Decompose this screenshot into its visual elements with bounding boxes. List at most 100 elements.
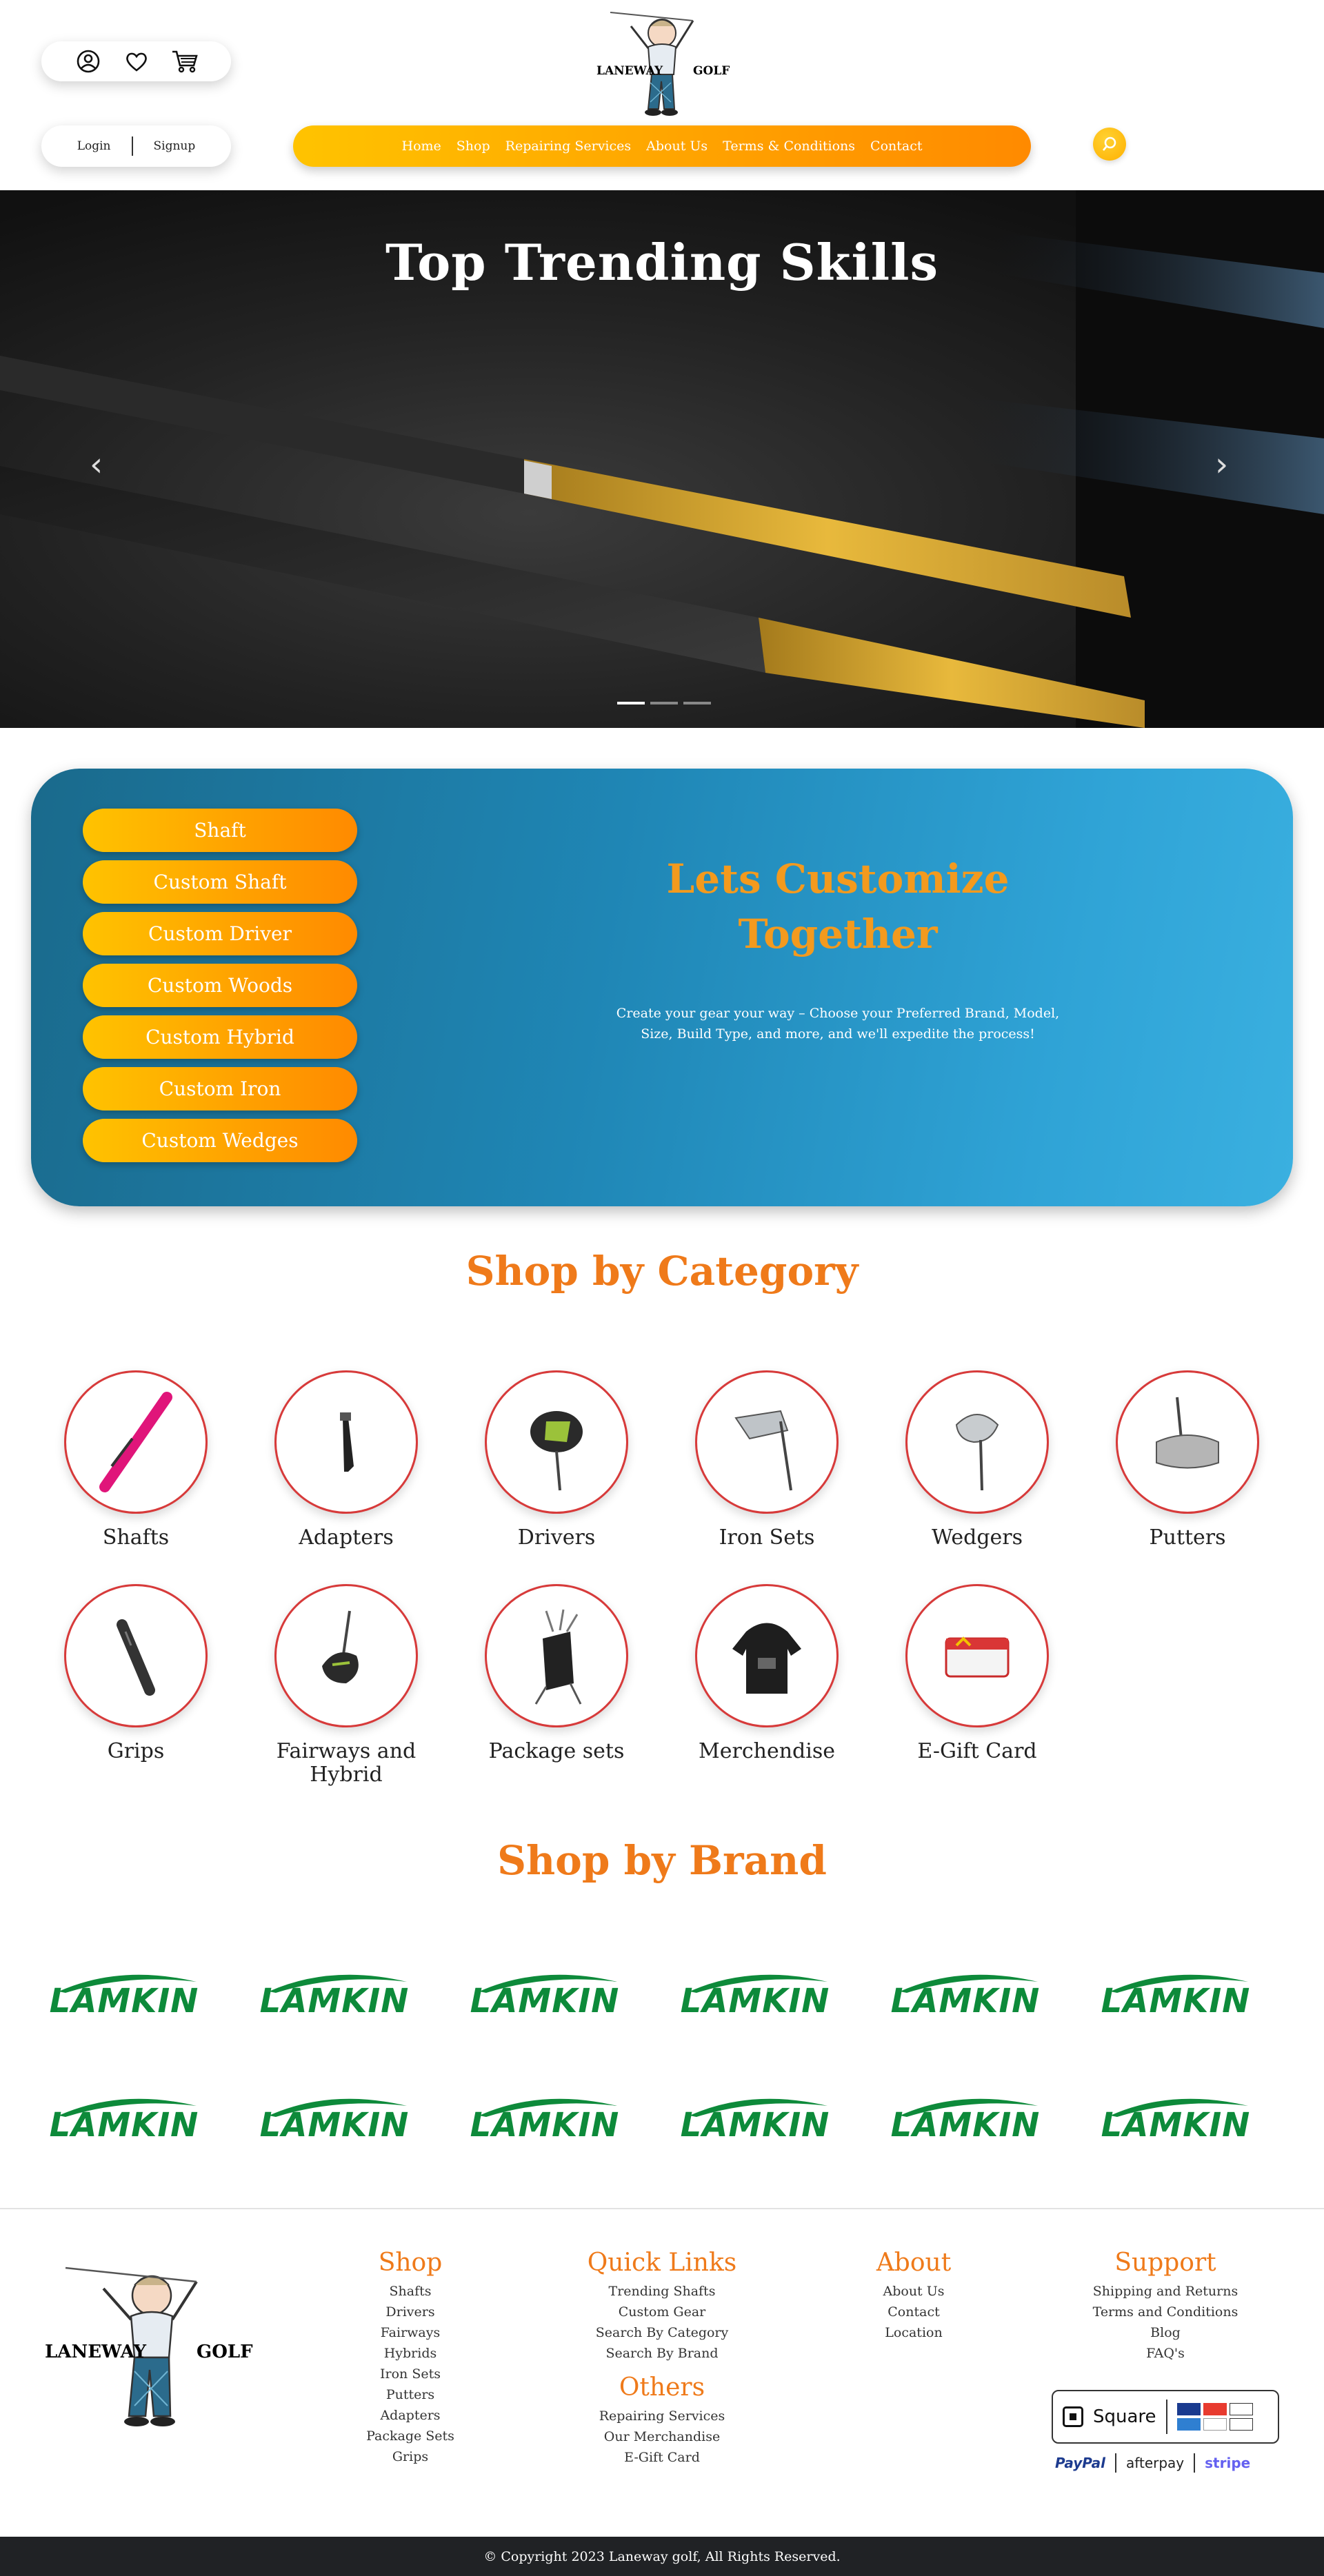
signup-link[interactable]: Signup (154, 139, 196, 153)
footer-link[interactable]: Grips (341, 2446, 479, 2467)
footer-link[interactable]: FAQ's (1076, 2343, 1255, 2364)
hero-prev-arrow[interactable]: ‹ (90, 445, 103, 484)
category-grips[interactable]: Grips (53, 1584, 219, 1763)
footer-link[interactable]: Custom Gear (579, 2302, 745, 2322)
brand-logo[interactable]: LAMKIN (38, 1968, 210, 2023)
footer-link[interactable]: Search By Brand (579, 2343, 745, 2364)
hero-next-arrow[interactable]: › (1215, 445, 1228, 484)
nav-home[interactable]: Home (402, 139, 441, 154)
brand-logo[interactable]: LAMKIN (669, 1968, 841, 2023)
category-adapters[interactable]: Adapters (263, 1370, 429, 1550)
brand-name: LAMKIN (259, 2106, 410, 2144)
footer-link[interactable]: Package Sets (341, 2426, 479, 2446)
category-image[interactable] (64, 1584, 208, 1727)
footer-link[interactable]: Trending Shafts (579, 2281, 745, 2302)
category-image[interactable] (485, 1584, 628, 1727)
category-image[interactable] (695, 1584, 839, 1727)
custom-woods-button[interactable]: Custom Woods (83, 964, 357, 1007)
category-image[interactable] (274, 1370, 418, 1514)
category-image[interactable] (905, 1584, 1049, 1727)
footer-support-column: Support Shipping and Returns Terms and C… (1076, 2249, 1255, 2364)
footer-link[interactable]: Drivers (341, 2302, 479, 2322)
footer-link[interactable]: Putters (341, 2384, 479, 2405)
nav-repairing-services[interactable]: Repairing Services (505, 139, 632, 154)
custom-shaft-button[interactable]: Shaft (83, 809, 357, 852)
category-wedgers[interactable]: Wedgers (894, 1370, 1060, 1550)
footer-link[interactable]: Contact (845, 2302, 983, 2322)
category-fairways-hybrid[interactable]: Fairways and Hybrid (263, 1584, 429, 1787)
brand-logo[interactable]: LAMKIN (1090, 1968, 1262, 2023)
slide-indicator-3[interactable] (683, 702, 711, 704)
slide-indicator-1[interactable] (617, 702, 645, 704)
footer-support-title: Support (1114, 2249, 1216, 2277)
brand-name: LAMKIN (1101, 1982, 1251, 2020)
brand-logo[interactable]: LAMKIN (248, 2092, 421, 2147)
mastercard-icon (1203, 2403, 1227, 2415)
category-drivers[interactable]: Drivers (474, 1370, 639, 1550)
custom-hybrid-button[interactable]: Custom Hybrid (83, 1015, 357, 1059)
site-logo[interactable]: LANEWAY GOLF (590, 6, 734, 119)
nav-terms[interactable]: Terms & Conditions (723, 139, 855, 154)
brand-name: LAMKIN (470, 1982, 620, 2020)
brand-logo[interactable]: LAMKIN (879, 2092, 1052, 2147)
category-image[interactable] (64, 1370, 208, 1514)
brand-logo[interactable]: LAMKIN (879, 1968, 1052, 2023)
brand-logo[interactable]: LAMKIN (38, 2092, 210, 2147)
payment-divider (1194, 2453, 1196, 2473)
login-link[interactable]: Login (77, 139, 111, 153)
footer-link[interactable]: Shafts (341, 2281, 479, 2302)
category-package-sets[interactable]: Package sets (474, 1584, 639, 1763)
category-image[interactable] (905, 1370, 1049, 1514)
nav-contact[interactable]: Contact (870, 139, 922, 154)
category-label: Drivers (517, 1525, 596, 1550)
footer-link[interactable]: Shipping and Returns (1076, 2281, 1255, 2302)
nav-shop[interactable]: Shop (457, 139, 490, 154)
custom-wedges-button[interactable]: Custom Wedges (83, 1119, 357, 1162)
footer-link[interactable]: Our Merchandise (579, 2426, 745, 2447)
custom-driver-button[interactable]: Custom Driver (83, 912, 357, 955)
category-shafts[interactable]: Shafts (53, 1370, 219, 1550)
category-e-gift-card[interactable]: E-Gift Card (894, 1584, 1060, 1763)
brand-logo[interactable]: LAMKIN (669, 2092, 841, 2147)
footer-link[interactable]: Blog (1076, 2322, 1255, 2343)
footer-link[interactable]: Location (845, 2322, 983, 2343)
customize-section: Shaft Custom Shaft Custom Driver Custom … (31, 769, 1293, 1206)
footer-link[interactable]: Terms and Conditions (1076, 2302, 1255, 2322)
custom-iron-button[interactable]: Custom Iron (83, 1067, 357, 1110)
category-image[interactable] (1116, 1370, 1259, 1514)
search-icon[interactable] (1093, 128, 1126, 161)
footer-link[interactable]: Repairing Services (579, 2406, 745, 2426)
slide-indicator-2[interactable] (650, 702, 678, 704)
footer-link[interactable]: Iron Sets (341, 2364, 479, 2384)
footer-link[interactable]: About Us (845, 2281, 983, 2302)
nav-about-us[interactable]: About Us (646, 139, 708, 154)
brand-logo[interactable]: LAMKIN (1090, 2092, 1262, 2147)
customize-title-line1: Lets Customize (666, 855, 1010, 902)
category-putters[interactable]: Putters (1105, 1370, 1270, 1550)
brand-logo[interactable]: LAMKIN (459, 2092, 631, 2147)
auth-bar: Login Signup (41, 125, 231, 167)
footer-link[interactable]: Fairways (341, 2322, 479, 2343)
heart-icon[interactable] (123, 48, 150, 75)
footer-link[interactable]: Search By Category (579, 2322, 745, 2343)
brand-logo[interactable]: LAMKIN (248, 1968, 421, 2023)
category-iron-sets[interactable]: Iron Sets (684, 1370, 850, 1550)
brand-name: LAMKIN (49, 2106, 199, 2144)
user-icon[interactable] (74, 48, 102, 75)
footer-link[interactable]: Hybrids (341, 2343, 479, 2364)
footer-link[interactable]: Adapters (341, 2405, 479, 2426)
custom-shaft-build-button[interactable]: Custom Shaft (83, 860, 357, 904)
footer-link[interactable]: E-Gift Card (579, 2447, 745, 2468)
category-label: Wedgers (931, 1525, 1023, 1550)
brand-section-title: Shop by Brand (497, 1837, 827, 1884)
footer-logo[interactable]: LANEWAY GOLF (38, 2254, 265, 2440)
category-image[interactable] (695, 1370, 839, 1514)
cart-icon[interactable] (171, 48, 199, 75)
footer-logo-text-right: GOLF (197, 2342, 253, 2362)
brand-name: LAMKIN (49, 1982, 199, 2020)
category-image[interactable] (485, 1370, 628, 1514)
category-merchendise[interactable]: Merchendise (684, 1584, 850, 1763)
customize-buttons: Shaft Custom Shaft Custom Driver Custom … (83, 809, 357, 1162)
category-image[interactable] (274, 1584, 418, 1727)
brand-logo[interactable]: LAMKIN (459, 1968, 631, 2023)
